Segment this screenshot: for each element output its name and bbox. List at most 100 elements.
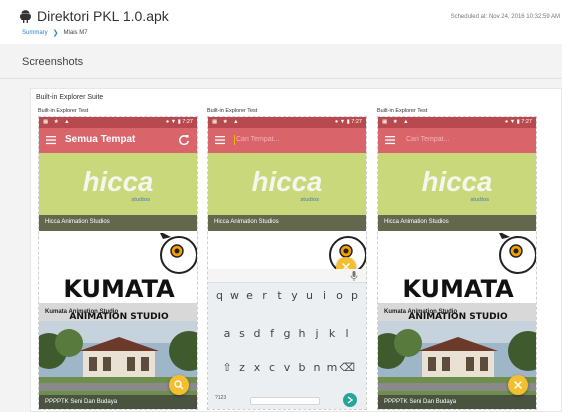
card-title: Hicca Animation Studios [208, 215, 366, 231]
key-i[interactable]: i [317, 289, 332, 302]
mic-icon[interactable] [350, 271, 358, 281]
shift-icon[interactable]: ⇧ [220, 361, 235, 374]
phone-screen: ▦ ★ ▲ ● ▼ ▮ 7:27 Semua Tempat hicca stud… [38, 116, 198, 410]
place-card[interactable]: KUMATA ANIMATION STUDIO Kumata Animation… [39, 233, 197, 321]
card-title: Hicca Animation Studios [378, 215, 536, 231]
key-q[interactable]: q [212, 289, 227, 302]
refresh-icon[interactable] [178, 134, 190, 146]
search-input[interactable]: Cari Tempat... [406, 136, 449, 143]
hicca-logo: hicca studios [422, 166, 493, 203]
suite-title: Built-in Explorer Suite [36, 94, 104, 101]
phone-screen: ▦ ★ ▲ ● ▼ ▮ 7:27 Cari Tempat... hicca st… [377, 116, 537, 410]
key-y[interactable]: y [287, 289, 302, 302]
key-t[interactable]: t [272, 289, 287, 302]
card-title: Hicca Animation Studios [39, 215, 197, 231]
section-title: Screenshots [22, 56, 84, 68]
notification-icons: ▦ ★ ▲ [43, 119, 72, 125]
hicca-logo: hicca studios [252, 166, 323, 203]
hicca-logo-sub: studios [131, 197, 150, 203]
key-c[interactable]: c [265, 361, 280, 374]
close-icon [513, 380, 523, 390]
status-time: 7:27 [182, 119, 193, 125]
app-bar: Semua Tempat [39, 128, 197, 153]
kumata-logo-text: KUMATA [402, 275, 514, 303]
key-s[interactable]: s [235, 327, 250, 340]
key-g[interactable]: g [280, 327, 295, 340]
key-k[interactable]: k [325, 327, 340, 340]
keyboard-row-2: a s d f g h j k l [208, 327, 366, 340]
key-h[interactable]: h [295, 327, 310, 340]
status-bar: ▦ ★ ▲ ● ▼ ▮ 7:27 [208, 117, 366, 128]
search-fab[interactable] [169, 375, 189, 395]
place-card[interactable]: hicca studios Hicca Animation Studios [378, 153, 536, 231]
key-v[interactable]: v [280, 361, 295, 374]
key-x[interactable]: x [250, 361, 265, 374]
appbar-title: Semua Tempat [65, 134, 136, 145]
keyboard-row-1: q w e r t y u i o p [208, 289, 366, 302]
breadcrumb-summary-link[interactable]: Summary [22, 30, 48, 36]
key-z[interactable]: z [235, 361, 250, 374]
key-d[interactable]: d [250, 327, 265, 340]
key-n[interactable]: n [310, 361, 325, 374]
key-m[interactable]: m [325, 361, 340, 374]
place-card[interactable]: KUMATA ANIMATION STUDIO Kumata Animation… [378, 233, 536, 321]
scheduled-timestamp: Scheduled at: Nov 24, 2016 10:32:59 AM [450, 14, 560, 20]
place-card[interactable]: PPPPTK Seni Dan Budaya [378, 321, 536, 409]
key-j[interactable]: j [310, 327, 325, 340]
keyboard-suggestion-bar [208, 269, 366, 283]
key-p[interactable]: p [347, 289, 362, 302]
close-fab[interactable] [508, 375, 528, 395]
status-time: 7:27 [521, 119, 532, 125]
notification-icons: ▦ ★ ▲ [212, 119, 241, 125]
section-divider [0, 78, 562, 79]
menu-icon[interactable] [46, 135, 56, 145]
screenshot-label: Built-in Explorer Test [207, 108, 258, 114]
status-right: ● ▼ ▮ 7:27 [504, 119, 532, 125]
hicca-logo-text: hicca [83, 166, 154, 197]
enter-icon[interactable] [343, 393, 357, 407]
card-title: PPPPTK Seni Dan Budaya [39, 395, 197, 409]
phone-screen: ▦ ★ ▲ ● ▼ ▮ 7:27 Cari Tempat... hicca st… [207, 116, 367, 410]
spacebar-key[interactable] [250, 397, 320, 405]
breadcrumb: Summary ❯ Mlais M7 [22, 29, 88, 37]
soft-keyboard: q w e r t y u i o p a s d f g h j k l ⇧ … [208, 269, 366, 409]
notification-icons: ▦ ★ ▲ [382, 119, 411, 125]
chevron-right-icon: ❯ [52, 30, 59, 37]
menu-icon[interactable] [215, 135, 225, 145]
key-u[interactable]: u [302, 289, 317, 302]
app-bar: Cari Tempat... [208, 128, 366, 153]
app-title-text: Direktori PKL 1.0.apk [37, 8, 169, 24]
place-card[interactable]: hicca studios Hicca Animation Studios [208, 153, 366, 231]
hicca-logo-text: hicca [252, 166, 323, 197]
hicca-logo-sub: studios [300, 197, 319, 203]
key-l[interactable]: l [340, 327, 355, 340]
card-title: Kumata Animation Studio [384, 309, 458, 315]
menu-icon[interactable] [385, 135, 395, 145]
android-icon [20, 9, 31, 23]
backspace-icon[interactable]: ⌫ [340, 361, 356, 374]
key-r[interactable]: r [257, 289, 272, 302]
place-card[interactable]: hicca studios Hicca Animation Studios [39, 153, 197, 231]
search-input[interactable]: Cari Tempat... [236, 136, 279, 143]
app-title: Direktori PKL 1.0.apk [20, 8, 169, 24]
card-title: PPPPTK Seni Dan Budaya [378, 395, 536, 409]
app-bar: Cari Tempat... [378, 128, 536, 153]
key-b[interactable]: b [295, 361, 310, 374]
place-card[interactable]: PPPPTK Seni Dan Budaya [39, 321, 197, 409]
status-time: 7:27 [351, 119, 362, 125]
screenshot-label: Built-in Explorer Test [377, 108, 428, 114]
key-e[interactable]: e [242, 289, 257, 302]
status-bar: ▦ ★ ▲ ● ▼ ▮ 7:27 [378, 117, 536, 128]
status-right: ● ▼ ▮ 7:27 [165, 119, 193, 125]
key-w[interactable]: w [227, 289, 242, 302]
hicca-logo-text: hicca [422, 166, 493, 197]
hicca-logo-sub: studios [470, 197, 489, 203]
screenshot-3: Built-in Explorer Test ▦ ★ ▲ ● ▼ ▮ 7:27 … [377, 108, 537, 410]
screenshot-1: Built-in Explorer Test ▦ ★ ▲ ● ▼ ▮ 7:27 … [38, 108, 198, 410]
key-a[interactable]: a [220, 327, 235, 340]
key-f[interactable]: f [265, 327, 280, 340]
key-o[interactable]: o [332, 289, 347, 302]
keyboard-row-3: ⇧ z x c v b n m ⌫ [208, 361, 366, 374]
key-numbers[interactable]: ?123 [215, 395, 226, 401]
status-bar: ▦ ★ ▲ ● ▼ ▮ 7:27 [39, 117, 197, 128]
